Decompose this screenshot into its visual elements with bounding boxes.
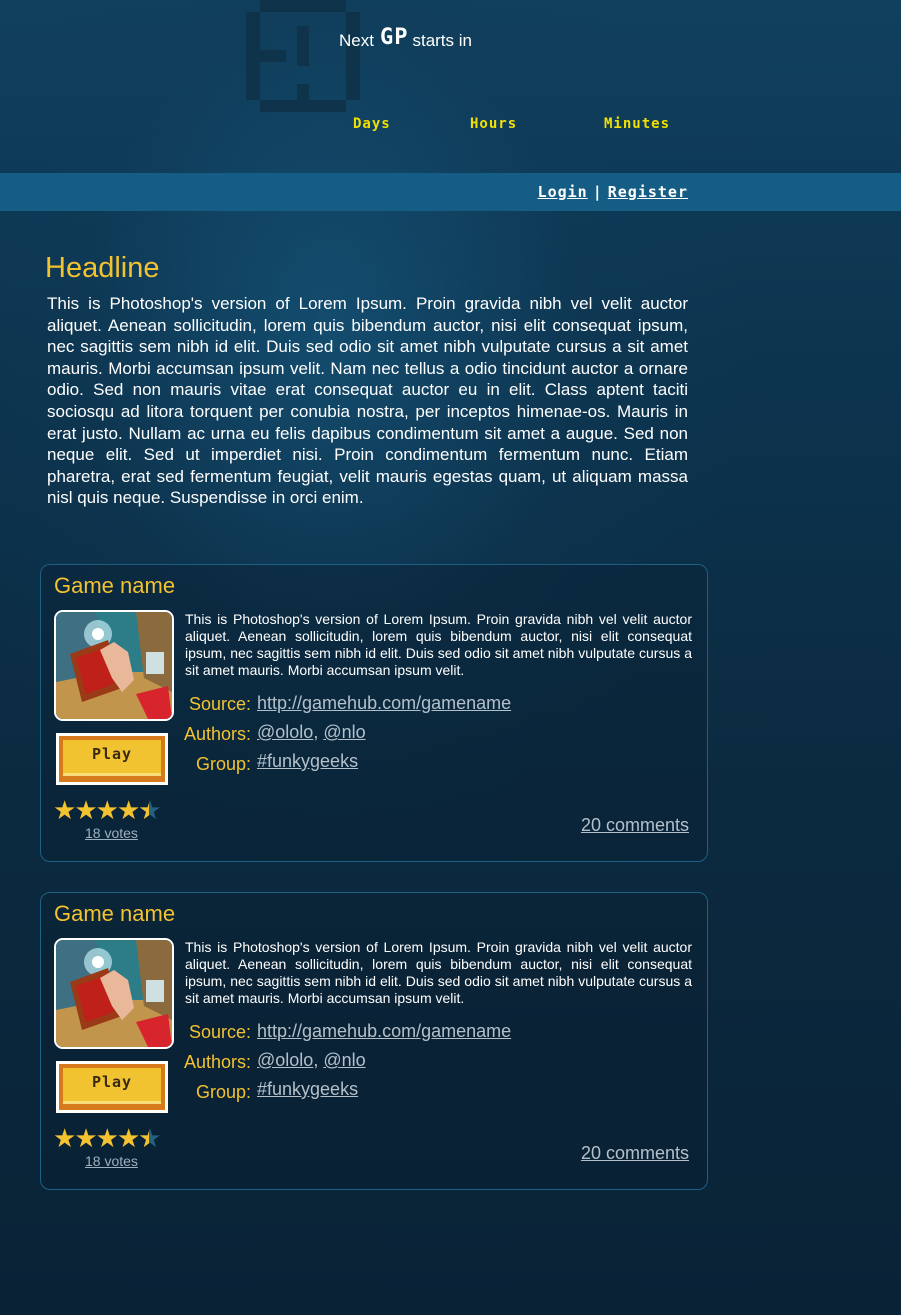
comments-link[interactable]: 20 comments (581, 1143, 689, 1163)
next-prefix: Next (339, 31, 374, 50)
star-icon[interactable]: ★ (96, 795, 119, 825)
login-link[interactable]: Login (538, 183, 588, 201)
minutes-label: Minutes (604, 116, 671, 132)
authors-label: Authors: (183, 724, 251, 744)
game-title[interactable]: Game name (54, 901, 175, 927)
game-card: Game name Play ★★★★★★ 18 votes This is P… (40, 564, 708, 862)
rating-stars[interactable]: ★★★★★★ (53, 795, 162, 825)
game-description: This is Photoshop's version of Lorem Ips… (185, 939, 692, 1006)
next-gp-countdown-text: Next GP starts in (339, 25, 472, 52)
votes-count[interactable]: 18 votes (85, 1153, 138, 1169)
play-button[interactable]: Play (56, 733, 168, 785)
countdown-header: Next GP starts in Days Hours Minutes (0, 0, 901, 172)
author-separator: , (313, 1050, 319, 1070)
comments-link[interactable]: 20 comments (581, 815, 689, 835)
days-label: Days (353, 116, 391, 132)
auth-separator: | (592, 183, 603, 201)
game-thumbnail-image (56, 940, 172, 1047)
register-link[interactable]: Register (608, 183, 688, 201)
votes-count[interactable]: 18 votes (85, 825, 138, 841)
authors-label: Authors: (183, 1052, 251, 1072)
author-link[interactable]: @nlo (323, 722, 365, 742)
author-link[interactable]: @ololo (257, 1050, 313, 1070)
author-link[interactable]: @ololo (257, 722, 313, 742)
play-button-label: Play (91, 1073, 133, 1091)
star-half-icon[interactable]: ★★ (138, 1125, 161, 1151)
page-headline: Headline (45, 252, 160, 284)
source-label: Source: (188, 1022, 251, 1042)
play-button-label: Play (91, 745, 133, 763)
auth-links: Login | Register (538, 183, 688, 201)
game-thumbnail[interactable] (54, 938, 174, 1049)
game-thumbnail-image (56, 612, 172, 719)
star-icon[interactable]: ★ (53, 1123, 76, 1153)
source-link[interactable]: http://gamehub.com/gamename (257, 693, 511, 713)
group-link[interactable]: #funkygeeks (257, 751, 358, 771)
play-button[interactable]: Play (56, 1061, 168, 1113)
game-thumbnail[interactable] (54, 610, 174, 721)
game-title[interactable]: Game name (54, 573, 175, 599)
star-icon[interactable]: ★ (96, 1123, 119, 1153)
top-navbar: Login | Register (0, 173, 901, 211)
group-label: Group: (195, 1082, 251, 1102)
pixel-clock-icon (246, 0, 360, 112)
star-icon[interactable]: ★ (117, 795, 140, 825)
source-label: Source: (188, 694, 251, 714)
gp-logo: GP (379, 25, 409, 50)
star-icon[interactable]: ★ (53, 795, 76, 825)
hours-label: Hours (470, 116, 518, 132)
star-icon[interactable]: ★ (117, 1123, 140, 1153)
author-separator: , (313, 722, 319, 742)
source-link[interactable]: http://gamehub.com/gamename (257, 1021, 511, 1041)
group-link[interactable]: #funkygeeks (257, 1079, 358, 1099)
star-icon[interactable]: ★ (74, 1123, 97, 1153)
next-suffix: starts in (412, 31, 472, 50)
star-half-icon[interactable]: ★★ (138, 797, 161, 823)
group-label: Group: (195, 754, 251, 774)
star-icon[interactable]: ★ (74, 795, 97, 825)
author-link[interactable]: @nlo (323, 1050, 365, 1070)
rating-stars[interactable]: ★★★★★★ (53, 1123, 162, 1153)
game-description: This is Photoshop's version of Lorem Ips… (185, 611, 692, 678)
game-card: Game name Play ★★★★★★ 18 votes This is P… (40, 892, 708, 1190)
intro-paragraph: This is Photoshop's version of Lorem Ips… (47, 294, 688, 508)
